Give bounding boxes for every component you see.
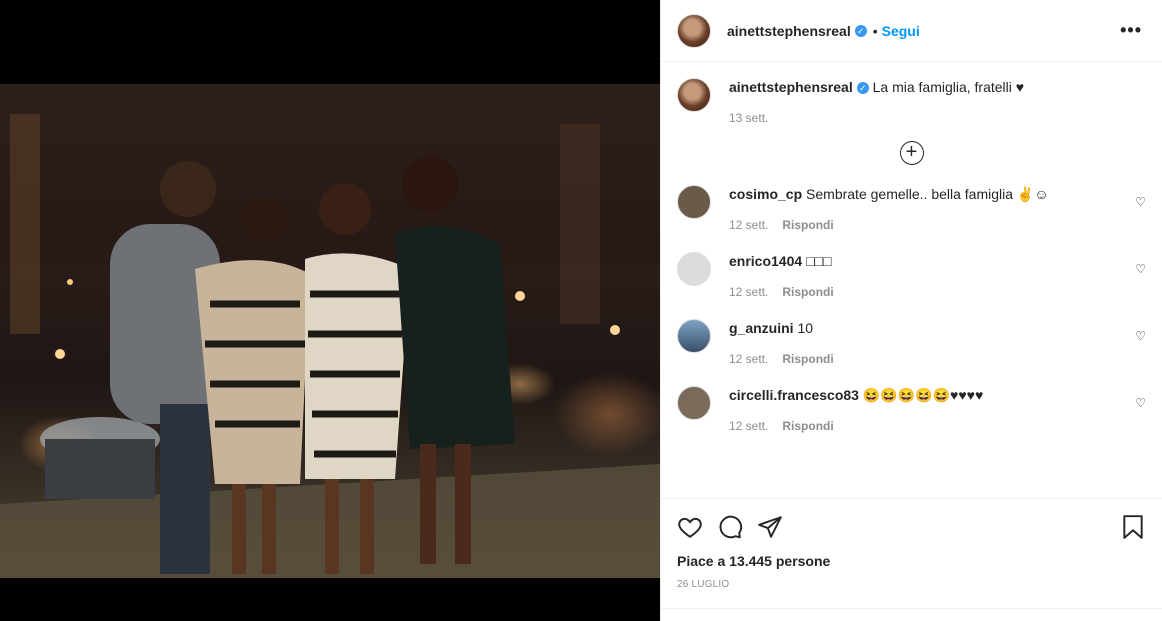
reply-button[interactable]: Rispondi bbox=[782, 218, 833, 232]
comment-meta: 12 sett. Rispondi bbox=[729, 283, 1146, 301]
comment-avatar[interactable] bbox=[677, 185, 711, 219]
comment-text-block: g_anzuini 10 12 sett. Rispondi bbox=[729, 319, 1146, 368]
reply-button[interactable]: Rispondi bbox=[782, 285, 833, 299]
post-sidebar: ainettstephensreal ✓ • Segui ••• ainetts… bbox=[660, 0, 1162, 621]
comment-username[interactable]: g_anzuini bbox=[729, 320, 794, 336]
comment-item: cosimo_cp Sembrate gemelle.. bella famig… bbox=[677, 185, 1146, 234]
comment-time[interactable]: 12 sett. bbox=[729, 285, 768, 299]
comment-icon[interactable] bbox=[717, 514, 743, 540]
action-icons-row bbox=[677, 513, 1146, 541]
comment-text: □□□ bbox=[806, 253, 832, 269]
comment-like-heart-icon[interactable]: ♡ bbox=[1135, 195, 1146, 209]
likes-count[interactable]: Piace a 13.445 persone bbox=[677, 553, 1146, 569]
comment-avatar[interactable] bbox=[677, 252, 711, 286]
comment-box-divider bbox=[661, 608, 1162, 609]
verified-badge-icon: ✓ bbox=[856, 82, 869, 95]
comment-time[interactable]: 12 sett. bbox=[729, 218, 768, 232]
author-avatar[interactable] bbox=[677, 13, 711, 48]
comment-text: 10 bbox=[797, 320, 814, 336]
caption-meta: 13 sett. bbox=[729, 109, 1146, 127]
post-photo-pane bbox=[0, 0, 660, 621]
comment-text: 😆😆😆😆😆♥♥♥♥ bbox=[862, 387, 984, 403]
caption-time[interactable]: 13 sett. bbox=[729, 111, 768, 125]
comment-username[interactable]: enrico1404 bbox=[729, 253, 802, 269]
more-options-icon[interactable]: ••• bbox=[1120, 20, 1142, 41]
comment-username[interactable]: circelli.francesco83 bbox=[729, 387, 859, 403]
comment-meta: 12 sett. Rispondi bbox=[729, 216, 1146, 234]
comment-meta: 12 sett. Rispondi bbox=[729, 350, 1146, 368]
follow-button[interactable]: Segui bbox=[882, 23, 920, 39]
post-date[interactable]: 26 LUGLIO bbox=[677, 579, 1146, 590]
verified-badge-icon: ✓ bbox=[854, 24, 867, 37]
post-actions: Piace a 13.445 persone 26 LUGLIO bbox=[661, 498, 1162, 590]
heart-icon[interactable] bbox=[677, 514, 703, 540]
comment-avatar[interactable] bbox=[677, 386, 711, 420]
comment-item: circelli.francesco83 😆😆😆😆😆♥♥♥♥ 12 sett. R… bbox=[677, 386, 1146, 435]
paper-plane-icon[interactable] bbox=[757, 514, 783, 540]
caption-username[interactable]: ainettstephensreal bbox=[729, 79, 853, 95]
load-more-icon[interactable]: + bbox=[899, 141, 924, 165]
separator-dot: • bbox=[872, 22, 878, 39]
load-more-comments: + bbox=[677, 141, 1146, 165]
comment-item: g_anzuini 10 12 sett. Rispondi ♡ bbox=[677, 319, 1146, 368]
caption: ainettstephensreal ✓ La mia famiglia, fra… bbox=[677, 78, 1146, 127]
caption-avatar[interactable] bbox=[677, 78, 711, 112]
bookmark-icon[interactable] bbox=[1120, 514, 1146, 540]
comment-item: enrico1404 □□□ 12 sett. Rispondi ♡ bbox=[677, 252, 1146, 301]
post-photo[interactable] bbox=[0, 84, 660, 578]
photo-illustration bbox=[0, 84, 660, 578]
reply-button[interactable]: Rispondi bbox=[782, 352, 833, 366]
comment-like-heart-icon[interactable]: ♡ bbox=[1135, 262, 1146, 276]
comment-text-block: enrico1404 □□□ 12 sett. Rispondi bbox=[729, 252, 1146, 301]
comment-time[interactable]: 12 sett. bbox=[729, 419, 768, 433]
comment-avatar[interactable] bbox=[677, 319, 711, 353]
comment-time[interactable]: 12 sett. bbox=[729, 352, 768, 366]
post-header: ainettstephensreal ✓ • Segui ••• bbox=[661, 0, 1162, 62]
comment-like-heart-icon[interactable]: ♡ bbox=[1135, 329, 1146, 343]
caption-text-block: ainettstephensreal ✓ La mia famiglia, fra… bbox=[729, 78, 1146, 127]
reply-button[interactable]: Rispondi bbox=[782, 419, 833, 433]
comment-like-heart-icon[interactable]: ♡ bbox=[1135, 396, 1146, 410]
author-username[interactable]: ainettstephensreal bbox=[727, 23, 851, 39]
comment-meta: 12 sett. Rispondi bbox=[729, 417, 1146, 435]
comment-text: Sembrate gemelle.. bella famiglia ✌☺ bbox=[806, 186, 1049, 202]
comment-username[interactable]: cosimo_cp bbox=[729, 186, 802, 202]
comment-text-block: circelli.francesco83 😆😆😆😆😆♥♥♥♥ 12 sett. R… bbox=[729, 386, 1146, 435]
comments-section: ainettstephensreal ✓ La mia famiglia, fra… bbox=[661, 62, 1162, 498]
caption-text: La mia famiglia, fratelli ♥ bbox=[872, 79, 1025, 95]
comment-text-block: cosimo_cp Sembrate gemelle.. bella famig… bbox=[729, 185, 1146, 234]
